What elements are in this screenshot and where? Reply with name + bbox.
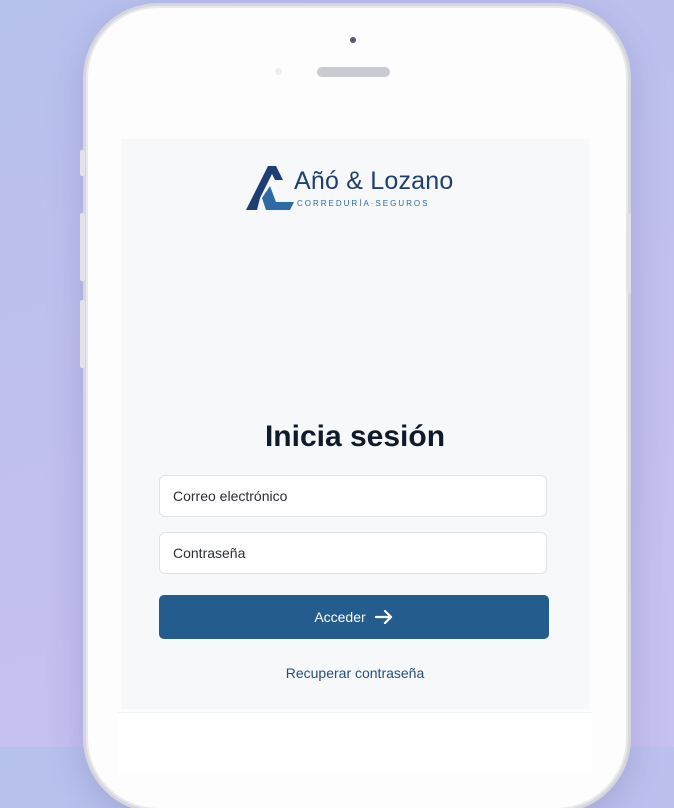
proximity-sensor (275, 68, 282, 75)
brand-logo: Añó & Lozano CORREDURÍA·SEGUROS (246, 164, 466, 214)
submit-button-label: Acceder (314, 609, 366, 625)
login-screen: Añó & Lozano CORREDURÍA·SEGUROS Inicia s… (121, 139, 589, 709)
power-button (626, 213, 631, 293)
brand-name: Añó & Lozano (294, 167, 454, 195)
page-title: Inicia sesión (264, 420, 446, 453)
recover-password-link[interactable]: Recuperar contraseña (121, 665, 589, 681)
earpiece-speaker (317, 67, 390, 77)
volume-up-button (80, 213, 85, 281)
email-field[interactable] (159, 475, 547, 517)
submit-button[interactable]: Acceder (159, 595, 549, 639)
arrow-right-icon (374, 609, 394, 625)
mute-switch (80, 150, 85, 176)
screen-bottom-area (118, 712, 592, 773)
password-field[interactable] (159, 532, 547, 574)
volume-down-button (80, 300, 85, 368)
phone-frame: Añó & Lozano CORREDURÍA·SEGUROS Inicia s… (80, 8, 631, 808)
front-camera (350, 37, 356, 43)
al-logo-mark-icon (246, 166, 294, 210)
brand-subtitle: CORREDURÍA·SEGUROS (297, 199, 430, 208)
